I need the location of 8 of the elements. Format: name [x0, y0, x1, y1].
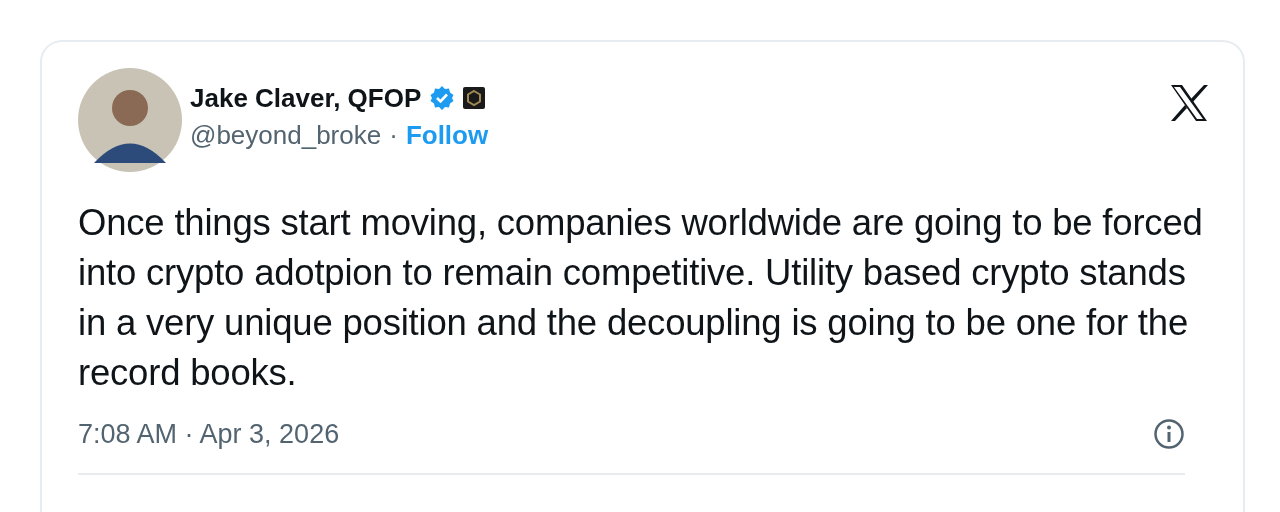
info-icon[interactable] [1153, 418, 1185, 451]
author-name: Jake Claver, QFOP [190, 84, 422, 113]
timestamp[interactable]: 7:08 AM · Apr 3, 2026 [78, 414, 340, 455]
affiliate-badge-icon [463, 87, 486, 110]
tweet-text: Once things start moving, companies worldwide are going to be forced into crypto adotpion to remain competitive. Utility based crypto stands in a very unique position and the decoupling is going to be one for the record books. [78, 201, 1204, 395]
x-logo-icon[interactable] [1169, 84, 1209, 122]
separator: · [389, 120, 398, 150]
author-handle: @beyond_broke [190, 120, 382, 150]
